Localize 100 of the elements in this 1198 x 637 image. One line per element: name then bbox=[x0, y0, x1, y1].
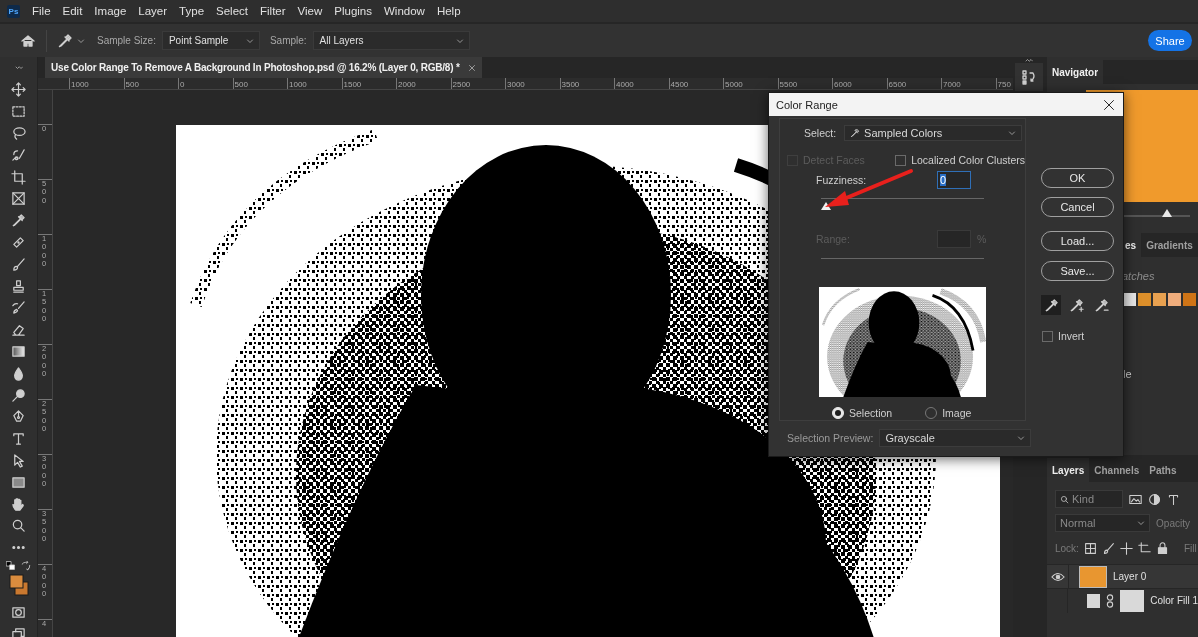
lock-pixels-icon[interactable] bbox=[1083, 541, 1097, 555]
type-filter-icon[interactable] bbox=[1167, 492, 1180, 506]
ruler-label: 4500 bbox=[670, 80, 689, 89]
image-filter-icon[interactable] bbox=[1129, 492, 1142, 506]
crop-tool-icon[interactable] bbox=[11, 169, 26, 185]
adjustment-filter-icon[interactable] bbox=[1148, 492, 1161, 506]
history-icon bbox=[1021, 69, 1037, 85]
filter-field[interactable]: Kind bbox=[1055, 490, 1123, 508]
select-dropdown[interactable]: Sampled Colors bbox=[844, 125, 1023, 141]
selection-preview-dropdown[interactable]: Grayscale bbox=[879, 429, 1032, 447]
marquee-tool-icon[interactable] bbox=[11, 104, 26, 120]
lock-icon[interactable] bbox=[1155, 541, 1169, 555]
quick-selection-icon[interactable] bbox=[11, 147, 26, 163]
move-tool-icon[interactable] bbox=[11, 82, 26, 98]
eraser-icon[interactable] bbox=[11, 322, 26, 338]
move-icon[interactable] bbox=[1119, 541, 1133, 555]
menu-item[interactable]: Filter bbox=[254, 5, 292, 17]
checkbox[interactable] bbox=[1042, 330, 1053, 342]
ruler-label: 750 bbox=[997, 80, 1011, 89]
default-colors-icon[interactable] bbox=[6, 560, 15, 570]
layer-name[interactable]: Layer 0 bbox=[1113, 571, 1147, 582]
frame-tool-icon[interactable] bbox=[11, 191, 26, 207]
blend-mode-dropdown[interactable]: Normal bbox=[1055, 514, 1151, 532]
brush-icon[interactable] bbox=[11, 256, 26, 272]
panel-tab[interactable]: Navigator bbox=[1047, 60, 1104, 84]
dialog-button[interactable]: Load... bbox=[1041, 231, 1114, 251]
document-tab[interactable]: Use Color Range To Remove A Background In Photoshop.psd @ 16.2% (Layer 0, RGB/8) * bbox=[45, 57, 482, 78]
history-panel-icon[interactable] bbox=[1015, 63, 1043, 91]
collapse-icon[interactable] bbox=[1025, 57, 1033, 63]
caret-icon bbox=[1008, 129, 1017, 137]
lasso-tool-icon[interactable] bbox=[11, 126, 26, 141]
color-swatch[interactable] bbox=[1168, 293, 1181, 306]
panel-tab[interactable]: Channels bbox=[1089, 458, 1145, 482]
lock-label: Lock: bbox=[1055, 542, 1079, 554]
caret-icon bbox=[77, 36, 85, 45]
checkbox-label: Localized Color Clusters bbox=[911, 154, 1025, 166]
menu-item[interactable]: File bbox=[26, 5, 57, 17]
menu-item[interactable]: Plugins bbox=[328, 5, 378, 17]
link-icon[interactable] bbox=[1106, 593, 1114, 608]
swap-colors-icon[interactable] bbox=[21, 560, 31, 571]
menu-item[interactable]: Edit bbox=[56, 5, 89, 17]
bandage-icon[interactable] bbox=[11, 234, 26, 250]
gradient-icon[interactable] bbox=[11, 343, 26, 359]
stamp-icon[interactable] bbox=[11, 278, 26, 294]
eyedropper-plus-icon bbox=[1068, 297, 1084, 313]
layer-thumbnail bbox=[1079, 565, 1107, 588]
ruler-label: 3500 bbox=[561, 80, 580, 89]
menu-item[interactable]: Help bbox=[430, 5, 467, 17]
ruler-label: 4000 bbox=[616, 80, 634, 89]
eyedropper-icon[interactable] bbox=[11, 213, 26, 229]
menu-item[interactable]: Image bbox=[88, 5, 133, 17]
share-button[interactable]: Share bbox=[1148, 30, 1192, 51]
selection-preview-label: Selection Preview: bbox=[787, 432, 874, 444]
panel-tab[interactable]: Paths bbox=[1144, 458, 1182, 482]
caret-icon bbox=[455, 36, 464, 45]
rectangle-tool-icon[interactable] bbox=[11, 474, 26, 490]
dialog-title: Color Range bbox=[776, 98, 838, 111]
ruler-label: 5500 bbox=[779, 80, 798, 89]
screen-mode-icon[interactable] bbox=[11, 626, 26, 637]
sample-size-dropdown[interactable]: Point Sample bbox=[161, 31, 260, 50]
layer-name[interactable]: Color Fill 1 bbox=[1150, 595, 1198, 606]
hand-tool-icon[interactable] bbox=[11, 496, 26, 512]
quick-mask-icon[interactable] bbox=[11, 604, 26, 620]
sample-size-label: Sample Size: bbox=[97, 35, 156, 46]
brush-icon[interactable] bbox=[1101, 541, 1115, 555]
close-icon[interactable] bbox=[1103, 98, 1115, 111]
drop-icon[interactable] bbox=[11, 365, 26, 381]
color-swatch[interactable] bbox=[1183, 293, 1196, 306]
menu-item[interactable]: Type bbox=[173, 5, 211, 17]
menu-item[interactable]: Window bbox=[378, 5, 431, 17]
fuzziness-input[interactable]: 0 bbox=[937, 171, 971, 189]
color-swatch[interactable] bbox=[1153, 293, 1166, 306]
menu-item[interactable]: Select bbox=[210, 5, 254, 17]
caret-icon bbox=[1017, 434, 1026, 442]
radio-label: Selection bbox=[849, 407, 893, 419]
zoom-icon[interactable] bbox=[11, 518, 26, 534]
dodge-tool-icon[interactable] bbox=[11, 387, 26, 403]
dialog-button[interactable]: Cancel bbox=[1041, 197, 1114, 217]
radio-label: Image bbox=[942, 407, 972, 419]
menu-item[interactable]: Layer bbox=[132, 5, 174, 17]
caret-icon bbox=[1137, 519, 1146, 527]
dialog-button[interactable]: OK bbox=[1041, 168, 1114, 188]
ruler-label: 2500 bbox=[452, 80, 471, 89]
pen-tool-icon[interactable] bbox=[11, 409, 26, 425]
type-tool-icon[interactable] bbox=[11, 431, 26, 447]
checkbox-label: Invert bbox=[1058, 330, 1085, 342]
arrow-cursor-icon[interactable] bbox=[11, 452, 26, 468]
panel-tab[interactable]: Layers bbox=[1047, 458, 1090, 482]
dialog-button[interactable]: Save... bbox=[1041, 261, 1114, 281]
eyedropper-tool-button[interactable] bbox=[1041, 295, 1061, 315]
caret-icon bbox=[245, 36, 254, 45]
panel-tab[interactable]: Gradients bbox=[1141, 233, 1198, 257]
eyedropper-icon[interactable] bbox=[57, 32, 73, 49]
checkbox[interactable] bbox=[895, 154, 907, 166]
menu-item[interactable]: View bbox=[291, 5, 329, 17]
color-swatches-icon[interactable] bbox=[8, 573, 29, 596]
collapse-icon[interactable] bbox=[14, 65, 23, 71]
history-brush-icon[interactable] bbox=[11, 300, 26, 316]
color-swatch[interactable] bbox=[1138, 293, 1151, 306]
sample-dropdown[interactable]: All Layers bbox=[312, 31, 470, 50]
